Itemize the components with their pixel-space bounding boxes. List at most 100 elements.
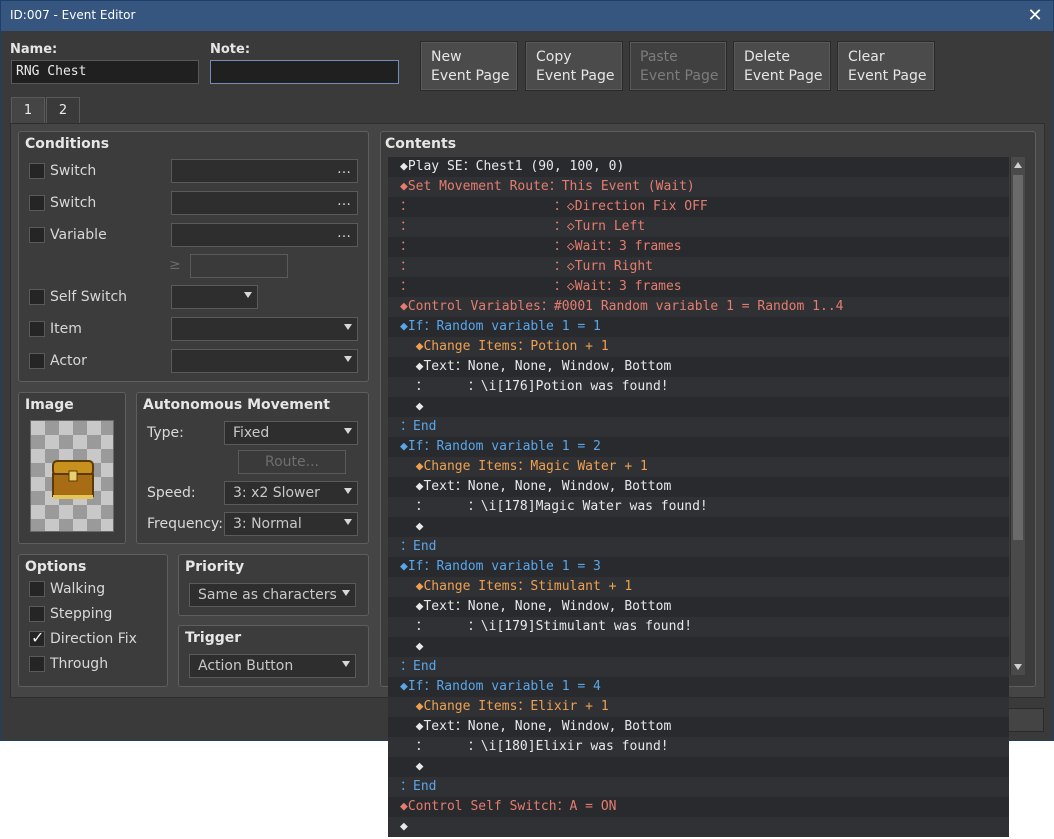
command-row[interactable]: ： ：\i[180]Elixir was found! xyxy=(388,737,1009,757)
priority-title: Priority xyxy=(185,559,245,575)
option-checkbox[interactable] xyxy=(29,581,45,597)
name-label: Name: xyxy=(10,42,58,57)
command-row[interactable]: ◆Control Variables：#0001 Random variable… xyxy=(388,297,1009,317)
speed-value: 3: x2 Slower xyxy=(233,485,320,501)
command-row[interactable]: ： ：◇Turn Right xyxy=(388,257,1009,277)
actor-select[interactable] xyxy=(171,349,358,373)
options-title: Options xyxy=(25,559,87,575)
trigger-title: Trigger xyxy=(185,630,242,646)
command-row[interactable]: ◆If：Random variable 1 = 3 xyxy=(388,557,1009,577)
command-row[interactable]: ： ：◇Wait：3 frames xyxy=(388,237,1009,257)
priority-panel: Priority Same as characters xyxy=(178,554,369,616)
chevron-down-icon xyxy=(344,488,352,494)
switch1-select[interactable] xyxy=(171,159,358,183)
command-row[interactable]: ◆ xyxy=(388,817,1009,837)
frequency-label: Frequency: xyxy=(147,516,224,532)
event-image[interactable] xyxy=(30,420,114,532)
command-row[interactable]: ◆Text：None, None, Window, Bottom xyxy=(388,597,1009,617)
command-row[interactable]: ◆Change Items：Magic Water + 1 xyxy=(388,457,1009,477)
option-label: Stepping xyxy=(50,606,113,622)
scroll-down-icon[interactable] xyxy=(1014,664,1022,670)
route-button[interactable]: Route... xyxy=(238,450,346,474)
command-row[interactable]: ： ：\i[178]Magic Water was found! xyxy=(388,497,1009,517)
trigger-select[interactable]: Action Button xyxy=(189,654,356,678)
tab-page-1[interactable]: 1 xyxy=(11,97,45,124)
switch2-checkbox[interactable] xyxy=(29,195,45,211)
command-row[interactable]: ：End xyxy=(388,657,1009,677)
chevron-down-icon xyxy=(244,292,252,298)
self-switch-checkbox[interactable] xyxy=(29,289,45,305)
command-row[interactable]: ： ：\i[176]Potion was found! xyxy=(388,377,1009,397)
clear-event-page-button[interactable]: Clear Event Page xyxy=(837,41,935,91)
command-row[interactable]: ： ：\i[179]Stimulant was found! xyxy=(388,617,1009,637)
command-list[interactable]: ◆Play SE：Chest1 (90, 100, 0) ◆Set Movemen… xyxy=(388,157,1009,837)
switch2-select[interactable] xyxy=(171,191,358,215)
command-row[interactable]: ◆If：Random variable 1 = 1 xyxy=(388,317,1009,337)
name-field[interactable]: RNG Chest xyxy=(11,60,199,84)
command-row[interactable]: ：End xyxy=(388,777,1009,797)
command-row[interactable]: ◆Change Items：Potion + 1 xyxy=(388,337,1009,357)
command-row[interactable]: ◆Control Self Switch：A = ON xyxy=(388,797,1009,817)
contents-scrollbar[interactable] xyxy=(1010,157,1025,675)
paste-event-page-button[interactable]: Paste Event Page xyxy=(629,41,727,91)
frequency-select[interactable]: 3: Normal xyxy=(224,512,358,536)
variable-value-stepper[interactable] xyxy=(190,254,288,278)
priority-select[interactable]: Same as characters xyxy=(189,583,356,607)
command-row[interactable]: ◆Text：None, None, Window, Bottom xyxy=(388,357,1009,377)
command-row[interactable]: ◆Text：None, None, Window, Bottom xyxy=(388,477,1009,497)
chevron-down-icon xyxy=(344,324,352,330)
gte-sign: ≥ xyxy=(169,257,181,273)
tab-page-2[interactable]: 2 xyxy=(46,97,80,123)
command-row[interactable]: ： ：◇Direction Fix OFF xyxy=(388,197,1009,217)
command-row[interactable]: ◆ xyxy=(388,637,1009,657)
command-row[interactable]: ◆ xyxy=(388,517,1009,537)
new-event-page-button[interactable]: New Event Page xyxy=(420,41,518,91)
button-label-line2: Event Page xyxy=(536,68,615,84)
switch1-checkbox[interactable] xyxy=(29,163,45,179)
item-select[interactable] xyxy=(171,317,358,341)
item-checkbox[interactable] xyxy=(29,321,45,337)
actor-label: Actor xyxy=(50,353,87,369)
command-row[interactable]: ◆Text：None, None, Window, Bottom xyxy=(388,717,1009,737)
command-row[interactable]: ◆ xyxy=(388,757,1009,777)
copy-event-page-button[interactable]: Copy Event Page xyxy=(525,41,623,91)
self-switch-select[interactable] xyxy=(171,285,258,309)
button-label-line2: Event Page xyxy=(744,68,823,84)
scroll-up-icon[interactable] xyxy=(1014,162,1022,168)
option-checkbox[interactable] xyxy=(29,606,45,622)
note-field[interactable] xyxy=(210,60,399,84)
command-row[interactable]: ◆Change Items：Elixir + 1 xyxy=(388,697,1009,717)
variable-select[interactable] xyxy=(171,223,358,247)
actor-checkbox[interactable] xyxy=(29,353,45,369)
command-row[interactable]: ◆If：Random variable 1 = 2 xyxy=(388,437,1009,457)
command-row[interactable]: ：End xyxy=(388,537,1009,557)
trigger-value: Action Button xyxy=(198,658,294,674)
command-row[interactable]: ◆Set Movement Route：This Event (Wait) xyxy=(388,177,1009,197)
options-panel: Options Walking Stepping ✓ Direction Fix Thr… xyxy=(18,554,168,687)
command-row[interactable]: ： ：◇Turn Left xyxy=(388,217,1009,237)
chevron-down-icon xyxy=(344,356,352,362)
note-label: Note: xyxy=(210,42,251,57)
command-row[interactable]: ◆ xyxy=(388,397,1009,417)
type-select[interactable]: Fixed xyxy=(224,421,358,445)
close-icon[interactable]: ✕ xyxy=(1023,4,1047,28)
command-row[interactable]: ◆If：Random variable 1 = 4 xyxy=(388,677,1009,697)
scrollbar-thumb[interactable] xyxy=(1013,175,1023,540)
command-row[interactable]: ： ：◇Wait：3 frames xyxy=(388,277,1009,297)
button-label-line1: Copy xyxy=(536,49,572,65)
variable-checkbox[interactable] xyxy=(29,227,45,243)
speed-select[interactable]: 3: x2 Slower xyxy=(224,481,358,505)
type-label: Type: xyxy=(147,425,184,441)
window-title: ID:007 - Event Editor xyxy=(10,8,136,22)
command-row[interactable]: ◆Play SE：Chest1 (90, 100, 0) xyxy=(388,157,1009,177)
option-checkbox[interactable]: ✓ xyxy=(29,628,45,647)
frequency-value: 3: Normal xyxy=(233,516,302,532)
button-label-line2: Event Page xyxy=(640,68,719,84)
option-label: Through xyxy=(50,656,109,672)
command-row[interactable]: ：End xyxy=(388,417,1009,437)
command-row[interactable]: ◆Change Items：Stimulant + 1 xyxy=(388,577,1009,597)
delete-event-page-button[interactable]: Delete Event Page xyxy=(733,41,831,91)
title-bar: ID:007 - Event Editor ✕ xyxy=(1,1,1053,31)
option-checkbox[interactable] xyxy=(29,656,45,672)
trigger-panel: Trigger Action Button xyxy=(178,625,369,687)
